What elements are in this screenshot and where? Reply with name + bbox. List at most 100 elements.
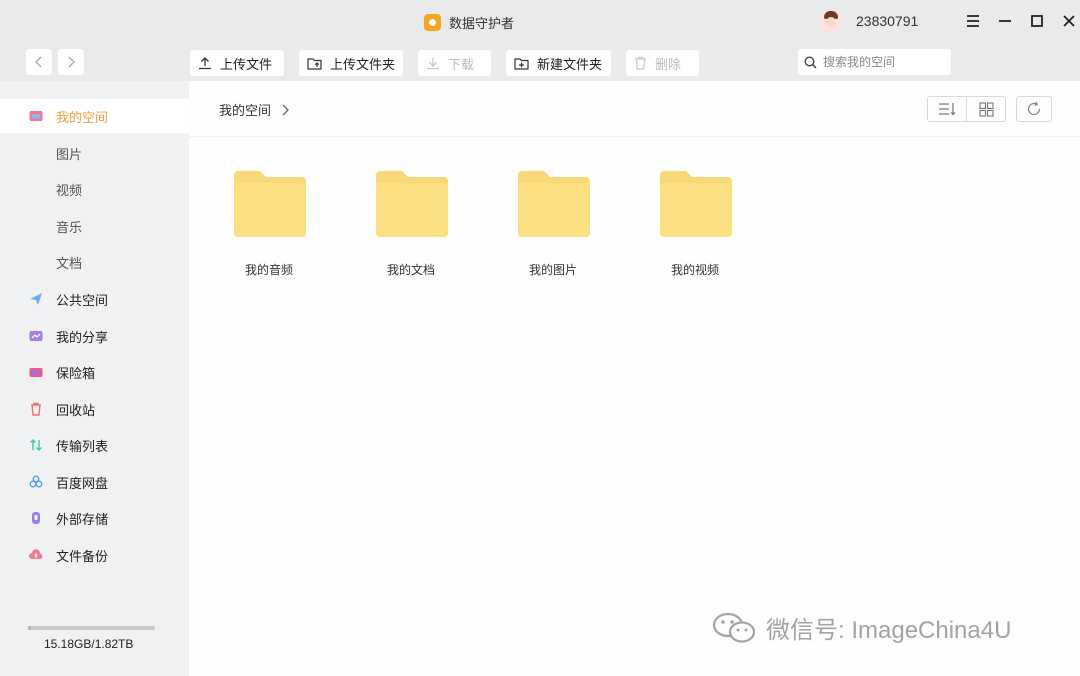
public-space-icon (30, 293, 42, 305)
delete-label: 删除 (655, 57, 682, 73)
upload-file-label: 上传文件 (220, 57, 273, 73)
external-storage-icon (32, 512, 40, 524)
folder-name: 我的图片 (528, 263, 577, 277)
sidebar-item-label: 百度网盘 (56, 476, 109, 492)
share-icon (29, 331, 43, 341)
sidebar-item-my-share[interactable]: 我的分享 (0, 319, 189, 353)
trash-icon (635, 56, 646, 70)
sidebar-item-safe-box[interactable]: 保险箱 (0, 355, 189, 389)
app-title-text: 数据守护者 (449, 16, 515, 32)
folder-item[interactable]: 我的视频 (640, 171, 750, 281)
sidebar-item-label: 文档 (56, 256, 83, 272)
watermark: 微信号: ImageChina4U (712, 610, 1011, 645)
upload-file-button[interactable]: 上传文件 (190, 50, 284, 76)
menu-icon[interactable] (962, 11, 984, 31)
safe-box-icon (29, 368, 43, 377)
breadcrumb-item-my-space[interactable]: 我的空间 (219, 100, 271, 119)
sidebar-item-baidu-netdisk[interactable]: 百度网盘 (0, 465, 189, 499)
forward-button[interactable] (58, 49, 84, 75)
maximize-icon[interactable] (1026, 11, 1048, 31)
folder-icon (376, 171, 448, 237)
sidebar-item-external-storage[interactable]: 外部存储 (0, 501, 189, 535)
header-divider (189, 136, 1080, 137)
title-bar: 数据守护者 23830791 (0, 0, 1080, 44)
upload-icon (199, 57, 211, 70)
sidebar-item-music[interactable]: 音乐 (0, 209, 189, 243)
watermark-text: 微信号: ImageChina4U (766, 617, 1012, 644)
sidebar-item-documents[interactable]: 文档 (0, 245, 189, 279)
grid-view-button[interactable] (966, 97, 1005, 121)
window-controls (962, 11, 1080, 31)
sidebar-item-label: 文件备份 (56, 549, 109, 565)
avatar[interactable] (818, 8, 844, 34)
toolbar: 上传文件 上传文件夹 下载 新建文件夹 删除 (0, 44, 1080, 81)
my-space-icon (29, 111, 43, 121)
recycle-bin-icon (31, 402, 41, 416)
download-button[interactable]: 下载 (418, 50, 491, 76)
sidebar-item-label: 我的空间 (56, 110, 109, 126)
sidebar-item-pictures[interactable]: 图片 (0, 136, 189, 170)
download-label: 下载 (448, 57, 475, 73)
refresh-button[interactable] (1016, 96, 1052, 122)
sidebar: 我的空间 图片 视频 音乐 文档 公共空间 我的分享 保险箱 回收站 传输列表 … (0, 81, 189, 676)
list-view-button[interactable] (928, 97, 966, 121)
folder-name: 我的视频 (670, 263, 719, 277)
storage-usage-fill (28, 626, 31, 630)
folder-icon (234, 171, 306, 237)
upload-folder-label: 上传文件夹 (330, 57, 396, 73)
breadcrumb: 我的空间 (219, 100, 289, 119)
main-content: 我的空间 我的音频 我的文档 我的图片 我的视频 (189, 81, 1080, 676)
upload-folder-icon (307, 58, 322, 70)
sidebar-item-public-space[interactable]: 公共空间 (0, 282, 189, 316)
shield-app-icon (424, 13, 441, 31)
storage-usage-bar (28, 626, 155, 630)
sidebar-item-label: 公共空间 (56, 293, 109, 309)
folder-icon (660, 171, 732, 237)
sidebar-item-label: 回收站 (56, 403, 96, 419)
folder-item[interactable]: 我的音频 (214, 171, 324, 281)
transfer-icon (30, 439, 42, 451)
view-toggle (927, 96, 1006, 122)
sidebar-item-label: 视频 (56, 183, 83, 199)
delete-button[interactable]: 删除 (626, 50, 699, 76)
new-folder-label: 新建文件夹 (537, 57, 603, 73)
baidu-netdisk-icon (29, 475, 43, 488)
sidebar-item-label: 我的分享 (56, 330, 109, 346)
sidebar-item-recycle-bin[interactable]: 回收站 (0, 392, 189, 426)
new-folder-button[interactable]: 新建文件夹 (506, 50, 611, 76)
grid-icon (978, 101, 994, 117)
back-button[interactable] (26, 49, 52, 75)
sidebar-item-transfer-list[interactable]: 传输列表 (0, 428, 189, 462)
storage-usage-text: 15.18GB/1.82TB (44, 637, 134, 651)
folder-name: 我的音频 (244, 263, 293, 277)
sidebar-item-my-space[interactable]: 我的空间 (0, 99, 189, 133)
sidebar-item-videos[interactable]: 视频 (0, 172, 189, 206)
list-sort-icon (939, 103, 956, 116)
chevron-right-icon (68, 56, 75, 68)
download-icon (427, 58, 439, 70)
user-info[interactable]: 23830791 (818, 8, 918, 34)
folder-item[interactable]: 我的文档 (356, 171, 466, 281)
sidebar-item-label: 音乐 (56, 220, 83, 236)
folder-name: 我的文档 (386, 263, 435, 277)
chevron-right-icon (282, 104, 289, 115)
search-box[interactable] (798, 49, 951, 75)
close-icon[interactable] (1058, 11, 1080, 31)
refresh-icon (1027, 101, 1041, 116)
user-id: 23830791 (856, 13, 919, 29)
sidebar-item-label: 图片 (56, 147, 83, 163)
folder-item[interactable]: 我的图片 (498, 171, 608, 281)
search-icon (804, 55, 817, 69)
search-input[interactable] (823, 55, 943, 69)
sidebar-item-label: 外部存储 (56, 512, 109, 528)
sidebar-item-label: 保险箱 (56, 366, 96, 382)
sidebar-item-label: 传输列表 (56, 439, 109, 455)
new-folder-icon (514, 58, 529, 70)
folder-icon (518, 171, 590, 237)
sidebar-item-file-backup[interactable]: 文件备份 (0, 538, 189, 572)
upload-folder-button[interactable]: 上传文件夹 (299, 50, 403, 76)
wechat-logo-icon (712, 612, 756, 643)
minimize-icon[interactable] (994, 11, 1016, 31)
backup-icon (29, 549, 43, 559)
app-title: 数据守护者 (424, 11, 514, 33)
